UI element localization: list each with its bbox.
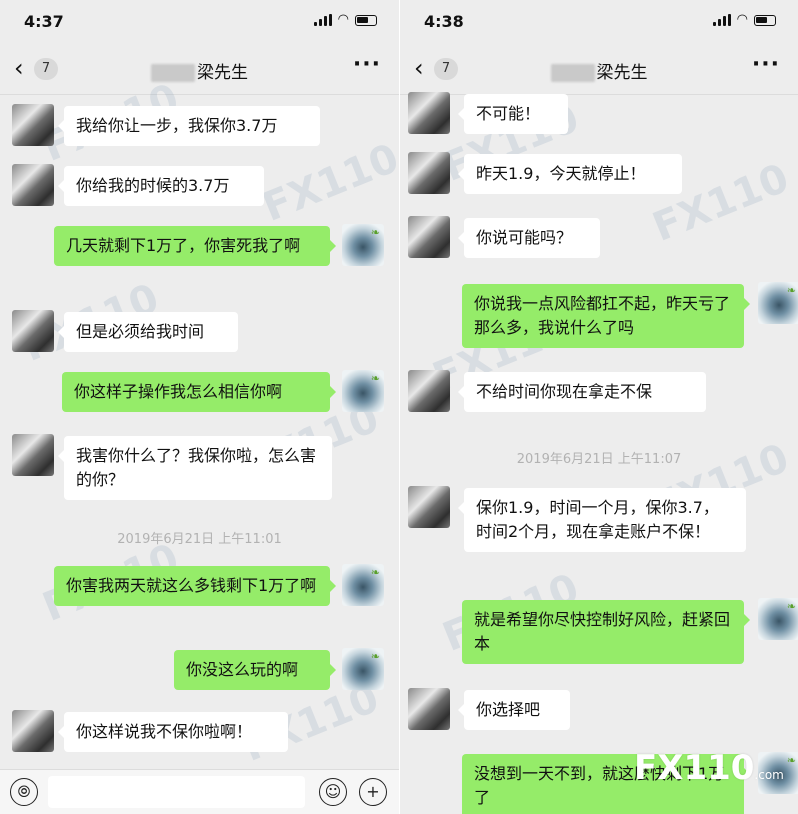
blurred-name [550,64,595,82]
message-incoming: 你说可能吗？ [458,218,600,258]
message-incoming: 不可能！ [458,94,568,134]
message-outgoing: 你说我一点风险都扛不起，昨天亏了那么多，我说什么了吗 [462,284,750,348]
chat-header: ‹ 7 梁先生 ··· [400,44,798,95]
message-incoming: 保你1.9，时间一个月，保你3.7，时间2个月，现在拿走账户不保！ [458,488,746,552]
my-avatar[interactable]: ❧ [758,598,798,640]
contact-avatar[interactable] [408,152,450,194]
plus-icon[interactable]: + [359,778,387,806]
emoji-icon[interactable]: ☺ [319,778,347,806]
contact-avatar[interactable] [408,688,450,730]
message-incoming: 你选择吧 [458,690,570,730]
message-incoming: 你这样说我不保你啦啊！ [58,712,288,752]
message-incoming: 你给我的时候的3.7万 [58,166,264,206]
contact-avatar[interactable] [408,216,450,258]
contact-avatar[interactable] [12,310,54,352]
contact-name: 梁先生 [596,63,648,83]
chat-title: 梁先生 [400,58,798,83]
message-incoming: 我给你让一步，我保你3.7万 [58,106,320,146]
message-outgoing: 你这样子操作我怎么相信你啊 [62,372,336,412]
contact-avatar[interactable] [12,104,54,146]
battery-icon [754,14,776,26]
message-input[interactable] [48,776,305,808]
message-incoming: 不给时间你现在拿走不保 [458,372,706,412]
chat-title: 梁先生 [0,58,399,83]
message-outgoing: 你害我两天就这么多钱剩下1万了啊 [54,566,336,606]
my-avatar[interactable]: ❧ [758,282,798,324]
contact-name: 梁先生 [197,63,248,83]
my-avatar[interactable]: ❧ [342,370,384,412]
message-outgoing: 就是希望你尽快控制好风险，赶紧回本 [462,600,750,664]
status-bar: 4:38 ◠ [400,0,798,40]
contact-avatar[interactable] [408,486,450,528]
status-time: 4:37 [24,12,64,31]
my-avatar[interactable]: ❧ [342,564,384,606]
contact-avatar[interactable] [12,710,54,752]
wifi-icon: ◠ [736,12,748,27]
voice-icon[interactable]: ⦾ [10,778,38,806]
wifi-icon: ◠ [337,12,349,27]
signal-icon [313,14,332,26]
chat-header: ‹ 7 梁先生 ··· [0,44,399,95]
more-button[interactable]: ··· [752,52,780,77]
my-avatar[interactable]: ❧ [342,224,384,266]
contact-avatar[interactable] [408,370,450,412]
chat-screen-left: 4:37 ◠ ‹ 7 梁先生 ··· FX110 FX110 FX110 FX1… [0,0,399,814]
blurred-name [151,64,195,82]
my-avatar[interactable]: ❧ [342,648,384,690]
signal-icon [712,14,731,26]
contact-avatar[interactable] [12,164,54,206]
chat-timestamp: 2019年6月21日 上午11:01 [117,532,282,547]
message-incoming: 但是必须给我时间 [58,312,238,352]
chat-timestamp: 2019年6月21日 上午11:07 [516,452,682,467]
message-outgoing: 几天就剩下1万了，你害死我了啊 [54,226,336,266]
battery-icon [355,14,377,26]
status-time: 4:38 [424,12,464,31]
status-bar: 4:37 ◠ [0,0,399,40]
fx110-watermark: FX110.com [634,748,784,788]
message-outgoing: 你没这么玩的啊 [174,650,336,690]
message-incoming: 我害你什么了？我保你啦，怎么害的你？ [58,436,332,500]
input-bar: ⦾ ☺ + [0,769,399,814]
chat-screen-right: 4:38 ◠ ‹ 7 梁先生 ··· FX110 FX110 FX110 FX1… [400,0,798,814]
message-incoming: 昨天1.9，今天就停止！ [458,154,682,194]
more-button[interactable]: ··· [353,52,381,77]
contact-avatar[interactable] [12,434,54,476]
contact-avatar[interactable] [408,92,450,134]
